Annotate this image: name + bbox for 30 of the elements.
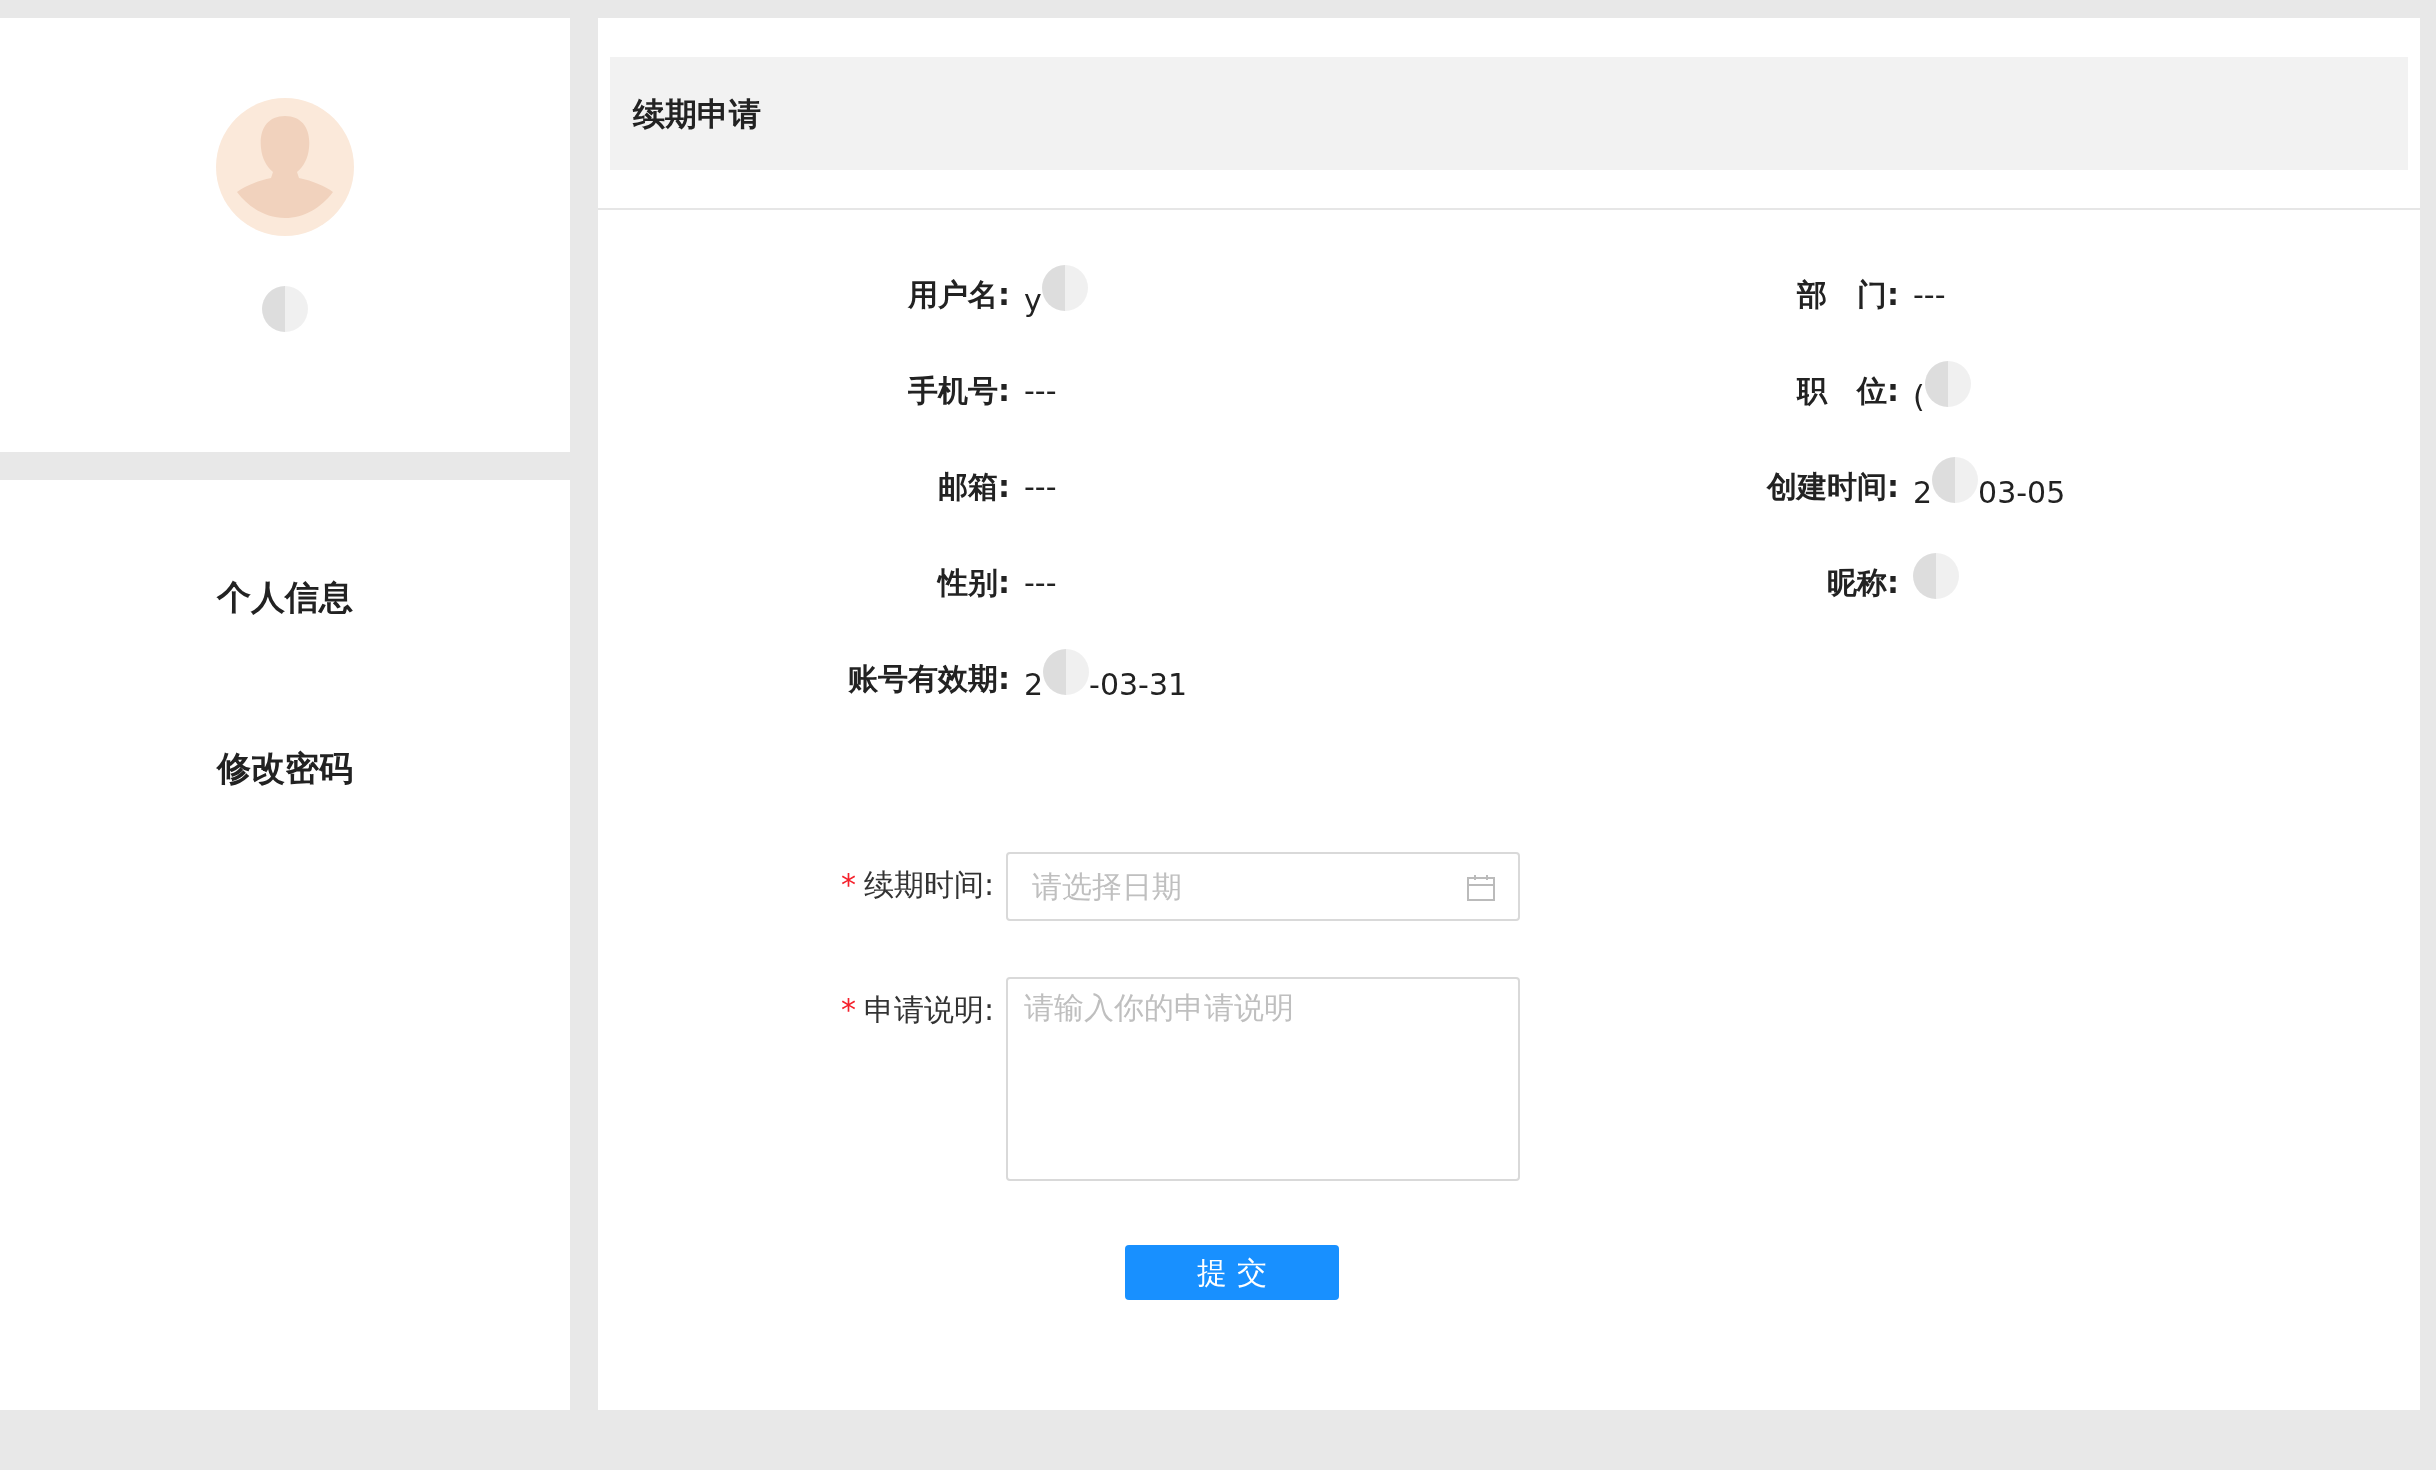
- field-label: 创建时间:: [1765, 467, 1899, 506]
- field-value: y: [1024, 283, 1042, 318]
- field-value: ---: [1913, 276, 1946, 312]
- field-label: 性别:: [936, 563, 1010, 602]
- avatar-icon: [216, 98, 354, 236]
- date-field[interactable]: 请选择日期: [1006, 852, 1520, 921]
- menu-item[interactable]: 修改密码: [217, 743, 353, 794]
- form-label: 申请说明:: [863, 992, 994, 1027]
- field-label: 职 位:: [1795, 371, 1899, 410]
- field-label: 账号有效期:: [847, 659, 1010, 698]
- field-value: 2: [1913, 475, 1933, 510]
- field-label: 部 门:: [1795, 275, 1899, 314]
- required-mark: *: [840, 992, 856, 1027]
- field-value: ---: [1024, 468, 1057, 504]
- field-label: 用户名:: [907, 275, 1010, 314]
- field-value: 03-05: [1978, 475, 2066, 510]
- calendar-icon: [1466, 874, 1496, 902]
- field-value: 2: [1024, 667, 1044, 702]
- field-label: 手机号:: [907, 371, 1010, 410]
- panel-title: 续期申请: [633, 93, 761, 135]
- field-value: -03-31: [1089, 667, 1188, 702]
- required-mark: *: [840, 867, 856, 902]
- field-label: 邮箱:: [937, 467, 1010, 506]
- field-value: ---: [1024, 564, 1057, 600]
- field-label: 昵称:: [1826, 563, 1899, 602]
- form-label: 续期时间:: [863, 867, 994, 902]
- field-value: ---: [1024, 372, 1057, 408]
- description-field[interactable]: 请输入你的申请说明: [1006, 977, 1520, 1181]
- field-value: (: [1913, 379, 1925, 414]
- menu-item[interactable]: 个人信息: [217, 572, 353, 623]
